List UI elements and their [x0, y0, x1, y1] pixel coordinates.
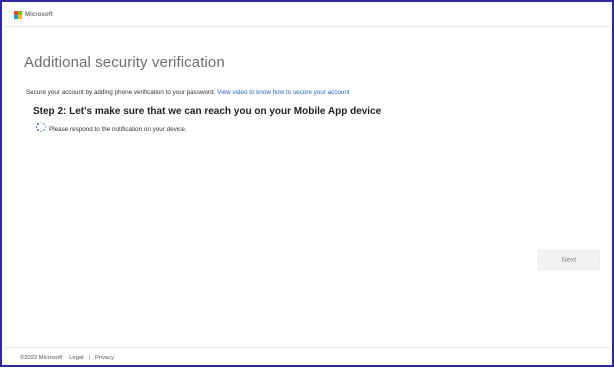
loading-spinner-icon [35, 121, 47, 133]
status-row: Please respond to the notification on yo… [35, 121, 592, 133]
legal-link[interactable]: Legal [69, 355, 83, 361]
main-content: Additional security verification Secure … [24, 54, 592, 133]
page-title: Additional security verification [24, 54, 225, 71]
description-text: Secure your account by adding phone veri… [26, 89, 216, 96]
spinner-dot [43, 129, 45, 131]
footer: ©2022 Microsoft Legal | Privacy [4, 347, 610, 368]
spinner-dot [44, 126, 47, 128]
description: Secure your account by adding phone veri… [26, 89, 592, 96]
status-message: Please respond to the notification on yo… [49, 126, 187, 133]
spinner-dot [35, 126, 38, 128]
microsoft-logo-icon [14, 11, 22, 19]
copyright-text: ©2022 Microsoft [20, 355, 63, 361]
next-button[interactable]: Next [538, 250, 600, 270]
footer-separator: | [88, 355, 90, 361]
spinner-dot [40, 130, 42, 133]
step-heading: Step 2: Let's make sure that we can reac… [33, 106, 382, 117]
page-frame: Microsoft Additional security verificati… [0, 0, 614, 367]
spinner-dot [40, 121, 42, 124]
spinner-dot [36, 129, 39, 131]
spinner-dot [36, 122, 39, 125]
top-bar: Microsoft [4, 4, 610, 27]
video-link[interactable]: View video to know how to secure your ac… [217, 89, 350, 96]
brand-name: Microsoft [25, 12, 53, 18]
spinner-dot [43, 122, 45, 125]
microsoft-logo: Microsoft [14, 11, 53, 19]
privacy-link[interactable]: Privacy [95, 355, 114, 361]
